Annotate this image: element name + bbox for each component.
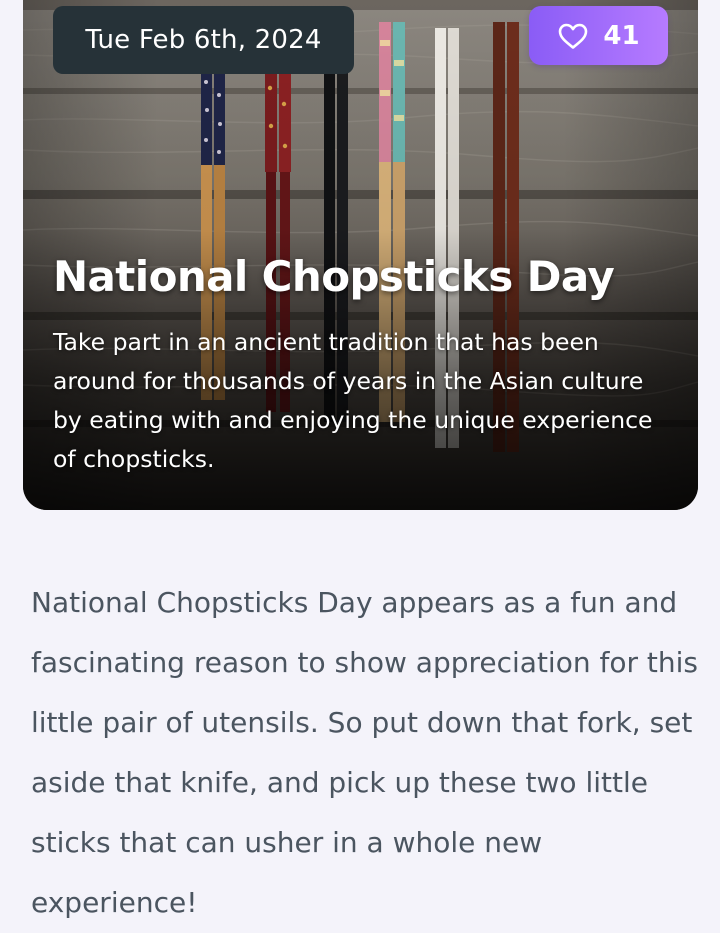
- like-count: 41: [603, 20, 640, 51]
- like-button[interactable]: 41: [529, 6, 668, 65]
- event-date-badge: Tue Feb 6th, 2024: [53, 6, 354, 74]
- event-detail-page: Tue Feb 6th, 2024 41 National Chopsticks…: [0, 0, 720, 933]
- event-summary: Take part in an ancient tradition that h…: [53, 328, 653, 473]
- heart-outline-icon: [559, 23, 588, 49]
- event-title: National Chopsticks Day: [53, 252, 615, 301]
- event-description: National Chopsticks Day appears as a fun…: [31, 586, 698, 919]
